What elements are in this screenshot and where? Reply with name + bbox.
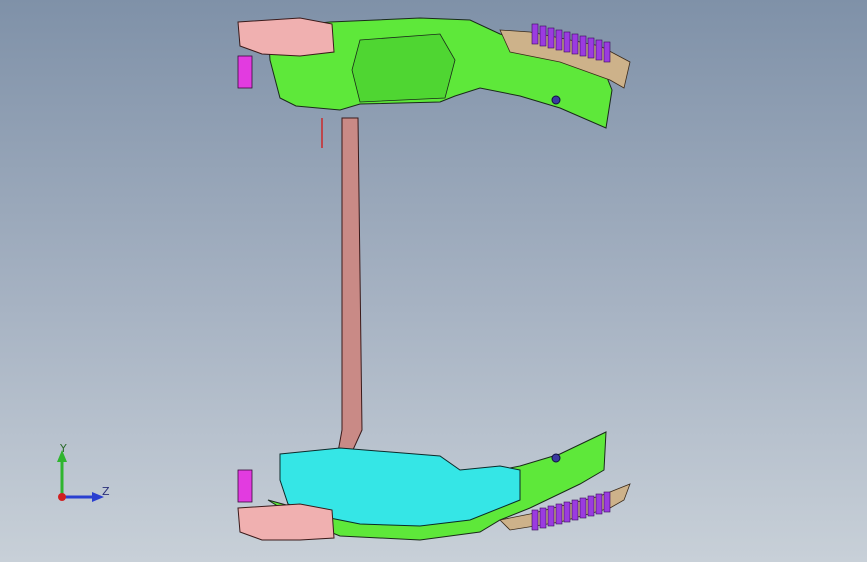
view-orientation-triad: Y Z (52, 442, 122, 512)
bottom-subassembly[interactable] (237, 431, 631, 541)
z-axis-label: Z (102, 485, 110, 498)
top-magenta-bracket[interactable] (237, 55, 253, 89)
top-green-tube[interactable] (351, 33, 456, 103)
top-bolt-hole[interactable] (551, 95, 561, 105)
bottom-bolt-hole[interactable] (551, 453, 561, 463)
graphics-viewport[interactable]: Y Z (0, 0, 867, 562)
bottom-magenta-bracket[interactable] (237, 469, 253, 503)
bottom-pink-mount[interactable] (237, 503, 335, 541)
y-axis-label: Y (60, 442, 67, 455)
top-subassembly[interactable] (237, 17, 631, 148)
center-pillar[interactable] (337, 117, 363, 453)
top-pink-mount[interactable] (237, 17, 335, 57)
cad-model-assembly[interactable] (0, 0, 867, 562)
